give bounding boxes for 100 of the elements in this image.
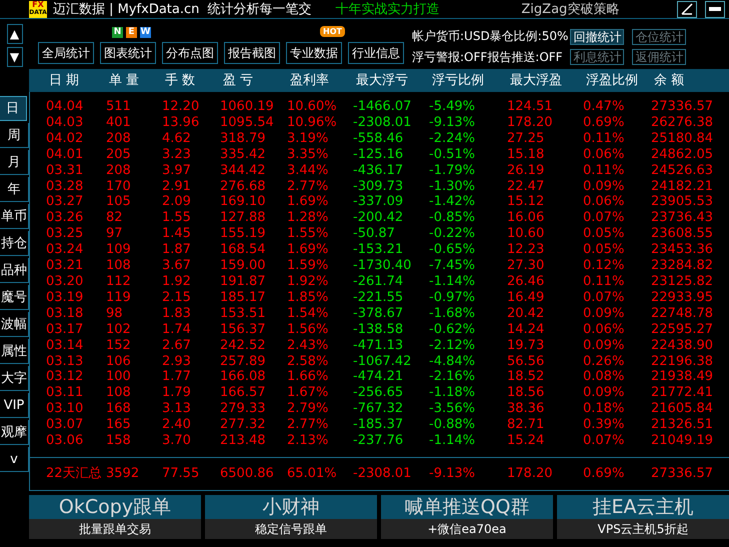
table-cell-text: -558.46 [353,130,404,147]
table-cell-text: -50.87 [353,226,396,242]
table-cell-text: 03.31 [46,162,84,179]
stats-button[interactable]: 回撤统计 [570,29,624,45]
table-cell-text: 3.70 [162,433,192,449]
table-cell-text: 03.11 [46,385,84,402]
table-cell-text: 10.60% [287,99,338,115]
table-cell-text: 14.24 [507,322,546,338]
table-cell-text: 22748.78 [651,306,714,322]
table-cell-text: 1.69% [287,242,330,258]
table-cell-text: -1.18% [429,385,476,402]
table-cell-text: 0.69% [583,114,626,131]
table-cell-text: 1.83 [162,306,192,322]
table-cell-text: 3.44% [287,162,330,179]
table-cell-text: -1067.42 [353,354,412,370]
table-cell-text: 18.56 [507,385,546,402]
table-cell-text: -153.21 [353,242,404,258]
period-tab[interactable]: 持仓 [0,231,29,256]
table-cell-text: 03.19 [46,290,84,306]
table-cell-text: 165 [106,417,132,434]
table-cell-text: 22595.27 [651,322,714,338]
summary-cell-text: 6500.86 [220,465,275,484]
table-cell-text: 3.35% [287,146,330,163]
minimize-button[interactable] [705,0,725,18]
scroll-button[interactable]: ▲ [6,24,22,44]
table-cell-text: 1.85% [287,290,330,306]
table-cell-text: 158 [106,433,132,449]
period-tab[interactable]: 日 [0,96,27,121]
table-cell-text: -436.17 [353,162,404,179]
table-cell-text: 2.77% [287,178,330,194]
period-tab[interactable]: 单币 [0,204,29,229]
table-cell-text: 04.02 [46,130,84,147]
table-cell-text: 0.09% [583,306,626,322]
table-cell-text: 2.15 [162,290,192,306]
summary-cell-text: 0.69% [583,465,626,484]
toolbar-tab[interactable]: 专业数据 [286,42,342,64]
toolbar-tab[interactable]: 图表统计 [100,42,156,64]
period-tab[interactable]: 品种 [0,258,29,283]
period-tab[interactable]: 月 [0,150,29,175]
table-cell-text: 169.10 [220,194,266,210]
table-cell-text: 1.54% [287,306,330,322]
table-cell-text: 205 [106,146,132,163]
table-cell-text: 0.07% [583,290,626,306]
toolbar-tab[interactable]: 报告截图 [224,42,280,64]
table-cell-text: 10.96% [287,114,338,131]
table-cell-text: 24862.05 [651,146,714,163]
toolbar-tab[interactable]: 行业信息 [348,42,404,64]
period-tab[interactable]: 魔号 [0,285,29,310]
period-tab[interactable]: 波幅 [0,312,29,337]
table-cell-text: 108 [106,385,132,402]
table-cell-text: 0.11% [583,274,626,290]
table-cell-text: -767.32 [353,401,404,418]
table-cell-text: 159.00 [220,258,266,274]
edit-button[interactable] [677,0,697,18]
period-tab[interactable]: 周 [0,123,29,148]
scroll-button[interactable]: ▼ [6,46,22,66]
toolbar-tab[interactable]: 分布点图 [162,42,218,64]
table-cell-text: -1.14% [429,274,476,290]
table-cell-text: 0.08% [583,369,626,386]
period-tab[interactable]: VIP [0,393,29,418]
table-cell-text: -7.45% [429,258,476,274]
column-header: 余 额 [653,72,686,90]
table-cell-text: 0.05% [583,226,626,242]
table-cell-text: 22.47 [507,178,546,194]
table-cell-text: 0.06% [583,146,626,163]
table-cell-text: 2.93 [162,354,192,370]
period-tab[interactable]: v [0,447,29,472]
table-cell-text: 26.46 [507,274,546,290]
table-cell-text: 24526.63 [651,162,714,179]
new-badge-letter: W [140,27,151,38]
table-cell-text: 03.24 [46,242,84,258]
table-cell-text: 03.21 [46,258,84,274]
table-cell-text: 1.45 [162,226,192,242]
period-tab[interactable]: 属性 [0,339,29,364]
table-cell-text: 0.18% [583,401,626,418]
summary-cell-text: -9.13% [429,465,476,484]
table-cell-text: 21049.19 [651,433,714,449]
period-tab[interactable]: 年 [0,177,29,202]
table-cell-text: 0.11% [583,162,626,179]
table-cell-text: 166.57 [220,385,266,402]
table-cell-text: 56.56 [507,354,546,370]
table-cell-text: 10.60 [507,226,546,242]
table-cell-text: 100 [106,369,132,386]
table-cell-text: 318.79 [220,130,266,147]
period-tab[interactable]: 大字 [0,366,29,391]
table-cell-text: 2.91 [162,178,192,194]
table-cell-text: -256.65 [353,385,404,402]
table-cell-text: 3.97 [162,162,192,179]
column-header: 日 期 [48,72,80,90]
table-cell-text: 03.20 [46,274,84,290]
table-cell-text: 03.27 [46,194,84,210]
table-cell-text: 0.26% [583,354,626,370]
table-cell-text: 153.51 [220,306,266,322]
table-cell-text: 155.19 [220,226,266,242]
table-cell-text: 1.69% [287,194,330,210]
table-cell-text: 21326.51 [651,417,714,434]
table-cell-text: -1.68% [429,306,476,322]
toolbar-tab[interactable]: 全局统计 [38,42,94,64]
period-tab[interactable]: 观摩 [0,420,29,445]
table-cell-text: -2.16% [429,369,476,386]
